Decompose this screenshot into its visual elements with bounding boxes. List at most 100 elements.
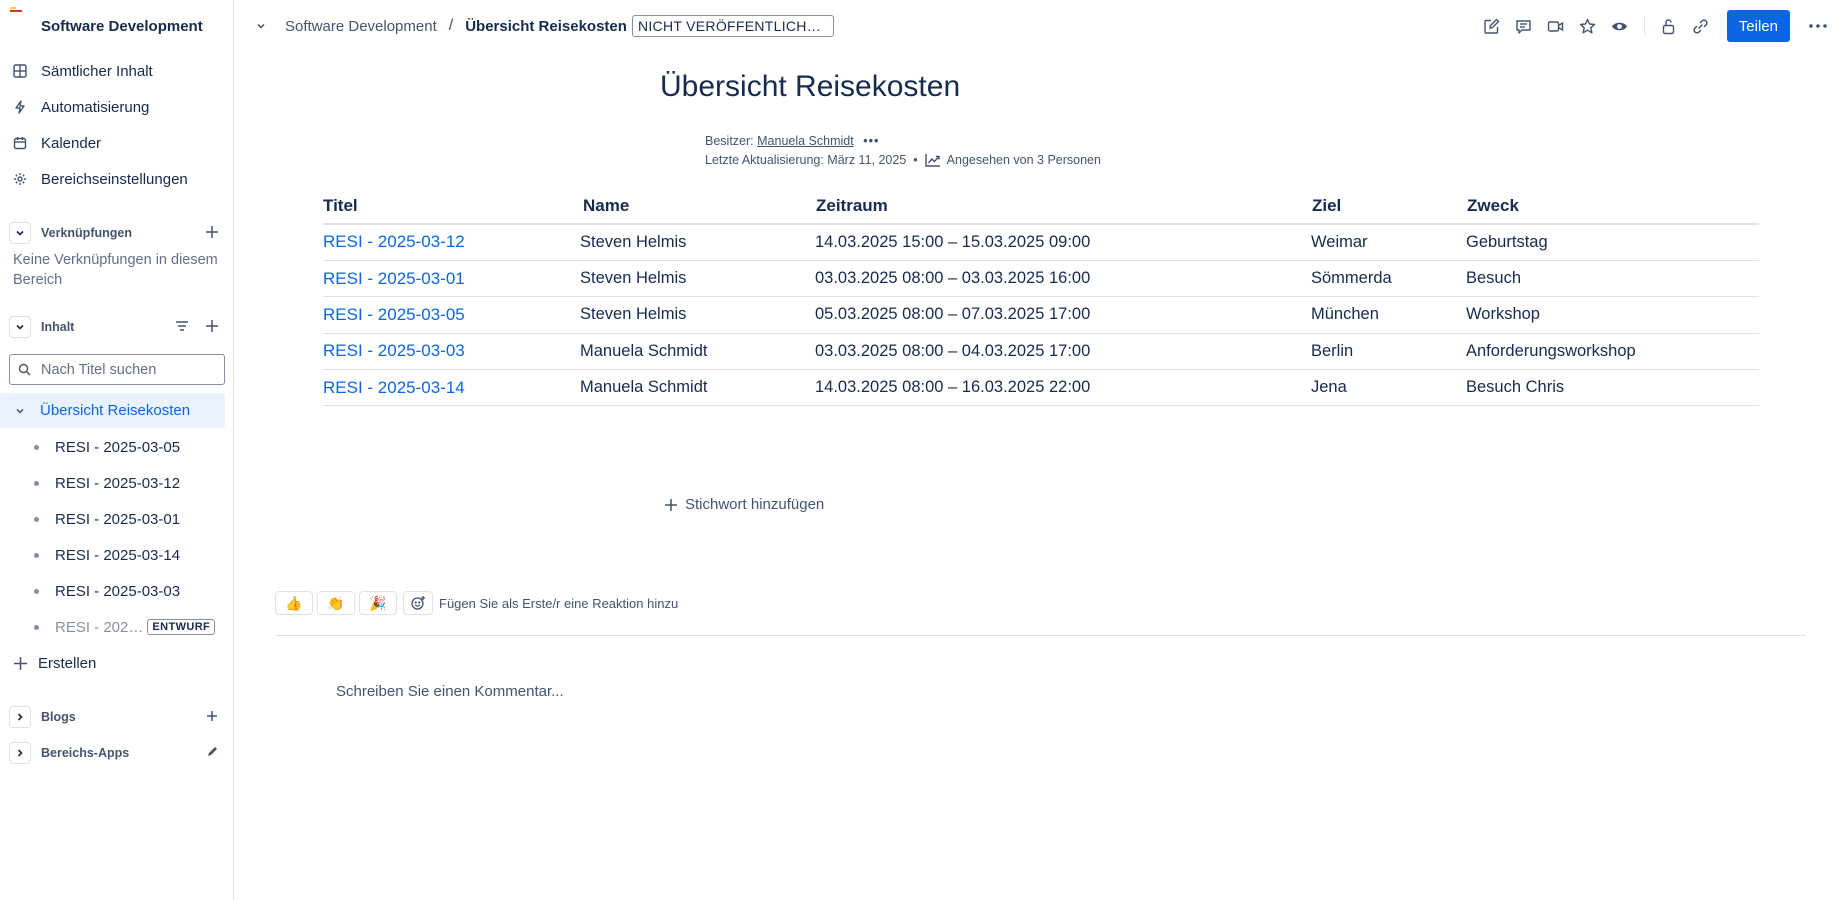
star-icon[interactable] xyxy=(1572,10,1604,42)
apps-section-header[interactable]: Bereichs-Apps xyxy=(0,738,234,768)
last-updated: Letzte Aktualisierung: März 11, 2025 xyxy=(705,153,907,167)
row-title-link[interactable]: RESI - 2025-03-12 xyxy=(323,224,580,261)
column-header: Titel xyxy=(323,188,580,225)
viewed-by[interactable]: Angesehen von 3 Personen xyxy=(947,153,1101,167)
shortcuts-label: Verknüpfungen xyxy=(41,226,132,240)
bullet-icon xyxy=(34,552,39,558)
tree-item-label: RESI - 202… xyxy=(55,618,144,636)
breadcrumb-current-page: Übersicht Reisekosten xyxy=(465,17,627,35)
tree-item-label: RESI - 2025-03-03 xyxy=(55,582,181,600)
space-logo-icon xyxy=(10,7,24,21)
tree-item[interactable]: RESI - 2025-03-03 xyxy=(0,574,225,608)
row-destination: Jena xyxy=(1311,369,1466,407)
add-content-plus-icon[interactable] xyxy=(204,318,220,337)
apps-label: Bereichs-Apps xyxy=(41,746,130,760)
tree-item-label: Übersicht Reisekosten xyxy=(40,402,191,419)
bullet-icon xyxy=(34,588,39,594)
row-destination: München xyxy=(1311,296,1466,334)
pencil-icon[interactable] xyxy=(204,744,220,763)
lightning-icon xyxy=(13,100,27,114)
clap-reaction-button[interactable]: 👏 xyxy=(317,591,355,615)
tree-item-draft[interactable]: RESI - 202… ENTWURF xyxy=(0,610,225,644)
tree-item[interactable]: RESI - 2025-03-05 xyxy=(0,430,225,464)
chevron-right-icon[interactable] xyxy=(9,742,31,764)
sidebar-item-automation[interactable]: Automatisierung xyxy=(0,90,234,124)
plus-icon xyxy=(665,498,677,511)
top-bar-actions: Teilen xyxy=(1476,0,1840,52)
share-button[interactable]: Teilen xyxy=(1726,10,1790,42)
blogs-section-header[interactable]: Blogs xyxy=(0,702,234,732)
analytics-chart-icon[interactable] xyxy=(924,153,941,167)
toolbar-divider xyxy=(1643,17,1645,35)
page-title: Übersicht Reisekosten xyxy=(660,70,961,103)
add-label-button[interactable]: Stichwort hinzufügen xyxy=(664,496,824,513)
bullet-icon xyxy=(34,480,39,486)
create-button[interactable]: Erstellen xyxy=(13,646,96,680)
add-shortcut-plus-icon[interactable] xyxy=(204,224,220,243)
table-row: RESI - 2025-03-03 Manuela Schmidt 03.03.… xyxy=(323,333,1759,371)
chevron-down-icon[interactable] xyxy=(9,316,31,338)
content-label: Inhalt xyxy=(41,320,75,334)
row-purpose: Geburtstag xyxy=(1466,224,1759,261)
table-row: RESI - 2025-03-14 Manuela Schmidt 14.03.… xyxy=(323,369,1759,407)
thumbs-up-reaction-button[interactable]: 👍 xyxy=(275,591,313,615)
chevron-right-icon[interactable] xyxy=(9,706,31,728)
owner-more-button[interactable]: ••• xyxy=(863,134,879,148)
table-row: RESI - 2025-03-01 Steven Helmis 03.03.20… xyxy=(323,260,1759,298)
row-period: 03.03.2025 08:00 – 04.03.2025 17:00 xyxy=(815,333,1311,371)
add-reaction-icon[interactable] xyxy=(403,591,433,615)
tree-item[interactable]: RESI - 2025-03-12 xyxy=(0,466,225,500)
tree-item[interactable]: RESI - 2025-03-01 xyxy=(0,502,225,536)
comment-icon[interactable] xyxy=(1508,10,1540,42)
space-header[interactable]: Software Development xyxy=(0,0,234,52)
status-badge[interactable]: NICHT VERÖFFENTLICHTE… xyxy=(631,15,834,37)
gear-icon xyxy=(13,172,27,186)
owner-link[interactable]: Manuela Schmidt xyxy=(757,134,854,148)
row-name: Manuela Schmidt xyxy=(580,333,815,371)
comment-input[interactable]: Schreiben Sie einen Kommentar... xyxy=(336,683,564,700)
bullet-icon xyxy=(34,444,39,450)
chevron-down-icon[interactable] xyxy=(9,222,31,244)
row-name: Steven Helmis xyxy=(580,224,815,261)
sidebar-item-all-content[interactable]: Sämtlicher Inhalt xyxy=(0,54,234,88)
edit-icon[interactable] xyxy=(1476,10,1508,42)
filter-icon[interactable] xyxy=(174,318,190,337)
sidebar-item-calendar[interactable]: Kalender xyxy=(0,126,234,160)
draft-badge: ENTWURF xyxy=(147,619,216,635)
party-reaction-button[interactable]: 🎉 xyxy=(359,591,397,615)
chevron-down-icon[interactable] xyxy=(14,405,26,417)
add-blog-plus-icon[interactable] xyxy=(204,708,220,727)
reactions-bar: 👍 👏 🎉 Fügen Sie als Erste/r eine Reaktio… xyxy=(275,591,678,615)
row-title-link[interactable]: RESI - 2025-03-03 xyxy=(323,333,580,371)
title-search xyxy=(9,354,225,385)
shortcuts-section-header: Verknüpfungen xyxy=(0,218,234,248)
sidebar-toggle-chevron-icon[interactable] xyxy=(246,11,276,41)
watch-eye-icon[interactable] xyxy=(1604,10,1636,42)
row-period: 03.03.2025 08:00 – 03.03.2025 16:00 xyxy=(815,260,1311,298)
row-title-link[interactable]: RESI - 2025-03-14 xyxy=(323,369,580,407)
tree-item[interactable]: RESI - 2025-03-14 xyxy=(0,538,225,572)
table-row: RESI - 2025-03-12 Steven Helmis 14.03.20… xyxy=(323,224,1759,261)
sidebar: Software Development Sämtlicher Inhalt A… xyxy=(0,0,234,900)
row-name: Steven Helmis xyxy=(580,260,815,298)
grid-icon xyxy=(13,64,27,78)
row-name: Manuela Schmidt xyxy=(580,369,815,407)
link-icon[interactable] xyxy=(1685,10,1717,42)
page-owner: Besitzer: Manuela Schmidt ••• xyxy=(705,134,879,148)
table-row: RESI - 2025-03-05 Steven Helmis 05.03.20… xyxy=(323,296,1759,334)
row-title-link[interactable]: RESI - 2025-03-01 xyxy=(323,260,580,298)
plus-icon xyxy=(14,656,27,670)
row-title-link[interactable]: RESI - 2025-03-05 xyxy=(323,296,580,334)
add-label-text: Stichwort hinzufügen xyxy=(685,496,825,513)
video-icon[interactable] xyxy=(1540,10,1572,42)
bullet-icon xyxy=(34,624,39,630)
more-options-icon[interactable] xyxy=(1802,10,1834,42)
tree-item-label: RESI - 2025-03-01 xyxy=(55,510,181,528)
unlock-icon[interactable] xyxy=(1653,10,1685,42)
breadcrumb-space[interactable]: Software Development xyxy=(285,18,437,35)
breadcrumb-separator: / xyxy=(448,17,454,34)
search-input[interactable] xyxy=(41,361,211,378)
sidebar-item-space-settings[interactable]: Bereichseinstellungen xyxy=(0,162,234,196)
tree-item-active[interactable]: Übersicht Reisekosten xyxy=(0,393,225,428)
row-purpose: Besuch Chris xyxy=(1466,369,1759,407)
